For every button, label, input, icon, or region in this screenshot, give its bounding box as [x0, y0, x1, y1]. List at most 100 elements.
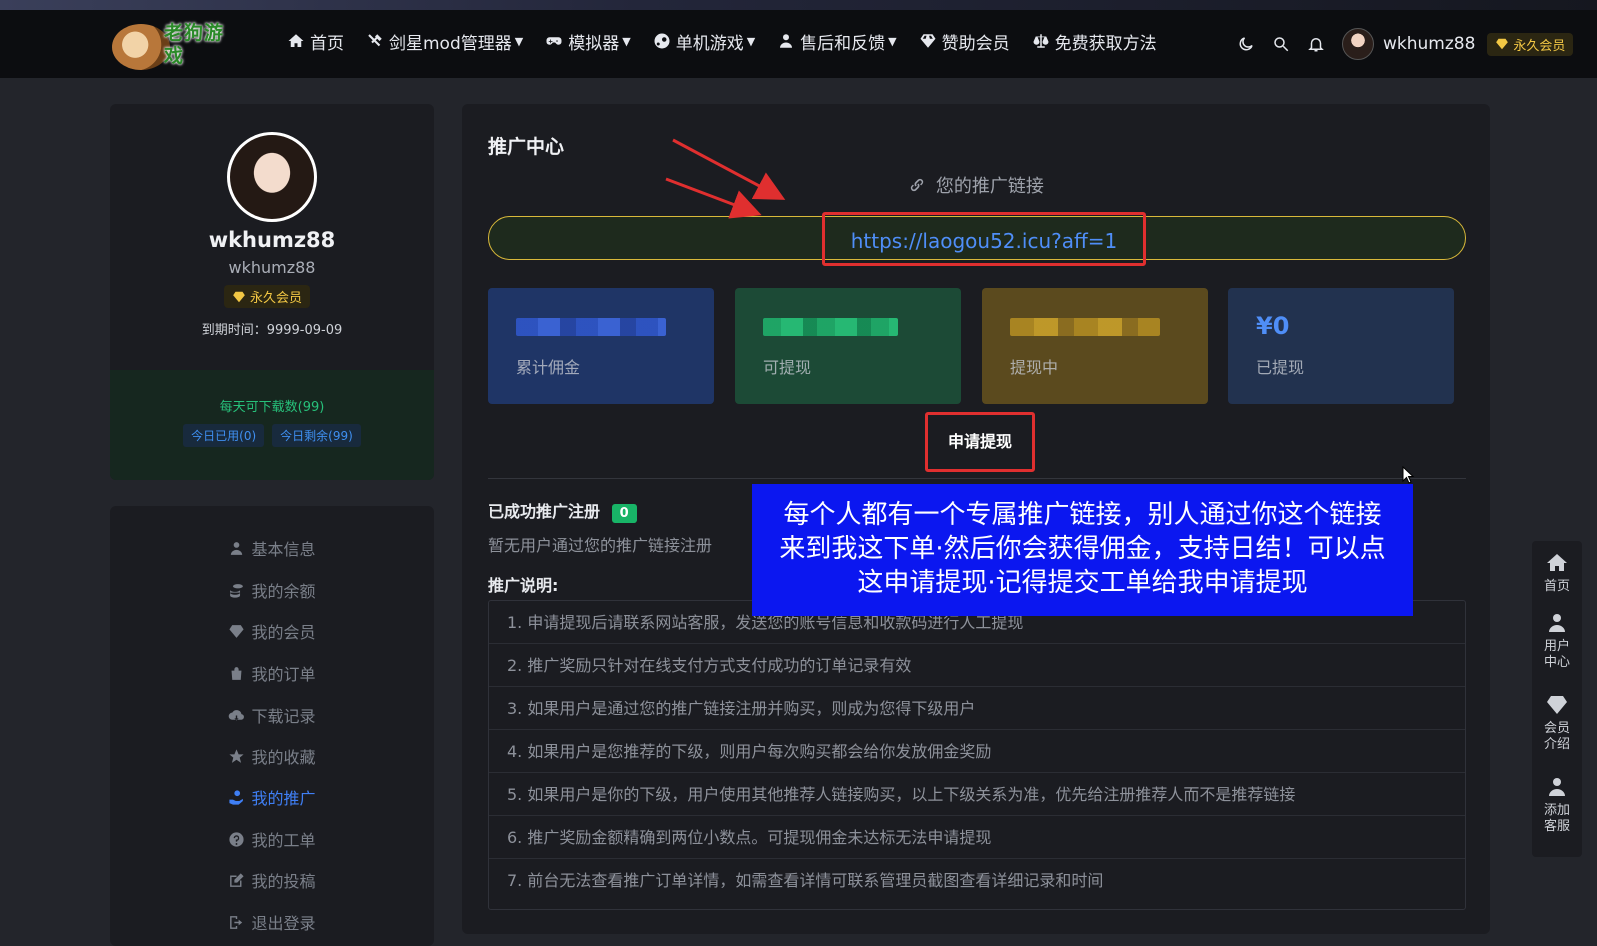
home-icon — [288, 34, 304, 47]
page-title: 推广中心 — [488, 136, 565, 158]
list-item: 2. 推广奖励只针对在线支付方式支付成功的订单记录有效 — [489, 644, 1465, 687]
menu-item-balance[interactable]: 我的余额 — [110, 578, 434, 602]
chevron-down-icon: ▼ — [622, 34, 631, 48]
nav-item-home[interactable]: 首页 — [287, 29, 344, 54]
edit-icon — [230, 872, 245, 887]
profile-avatar[interactable] — [227, 132, 317, 222]
user-tie-icon — [1549, 778, 1565, 796]
menu-item-logout[interactable]: 退出登录 — [110, 910, 434, 934]
tools-icon — [368, 34, 382, 47]
user-icon — [1549, 614, 1565, 632]
stat-withdrawable: 可提现 — [735, 288, 961, 404]
used-today-badge: 今日已用(0) — [183, 424, 265, 447]
blurred-value — [1010, 318, 1160, 336]
promo-link[interactable]: https://laogou52.icu?aff=1 — [825, 229, 1143, 253]
bell-icon — [1308, 38, 1324, 52]
menu-item-basic-info[interactable]: 基本信息 — [110, 536, 434, 560]
nav-item-sponsor[interactable]: 赞助会员 — [919, 29, 1010, 54]
stat-withdrawing: 提现中 — [982, 288, 1208, 404]
search-icon — [1274, 37, 1289, 52]
diamond-icon — [920, 34, 936, 48]
coins-icon — [230, 583, 244, 598]
registered-title: 已成功推广注册 0 — [488, 498, 637, 523]
user-menu: 基本信息 我的余额 我的会员 我的订单 下载记录 我的收藏 我的推广 我的工单 … — [110, 506, 434, 946]
float-item-home[interactable]: 首页 — [1532, 551, 1582, 595]
menu-item-promotion[interactable]: 我的推广 — [110, 785, 434, 809]
browser-strip — [0, 0, 1597, 10]
chevron-down-icon: ▼ — [514, 34, 524, 48]
logo-text: 老狗游戏 — [164, 22, 225, 67]
link-icon — [910, 178, 924, 192]
remaining-today-badge: 今日剩余(99) — [272, 424, 361, 447]
list-item: 7. 前台无法查看推广订单详情，如需查看详情可联系管理员截图查看详细记录和时间 — [507, 871, 1104, 890]
menu-item-downloads[interactable]: 下载记录 — [110, 703, 434, 727]
logout-icon — [230, 915, 243, 929]
chevron-down-icon: ▼ — [746, 34, 756, 48]
promo-link-caption: 您的推广链接 — [462, 172, 1490, 198]
profile-expire: 到期时间：9999-09-09 — [201, 323, 343, 338]
diamond-icon — [1547, 696, 1567, 714]
nav-item-mod-manager[interactable]: 剑星mod管理器 ▼ — [366, 29, 523, 54]
cloud-download-icon — [229, 709, 245, 720]
bag-icon — [232, 666, 242, 680]
registered-empty-text: 暂无用户通过您的推广链接注册 — [488, 536, 713, 555]
menu-item-membership[interactable]: 我的会员 — [110, 619, 434, 643]
nav-item-single-games[interactable]: 单机游戏 ▼ — [653, 29, 755, 54]
home-icon — [1547, 554, 1567, 571]
dark-mode-toggle[interactable] — [1237, 35, 1255, 53]
withdraw-button[interactable]: 申请提现 — [940, 427, 1020, 457]
mouse-cursor-icon — [1402, 466, 1415, 484]
menu-item-favorites[interactable]: 我的收藏 — [110, 744, 434, 768]
nav-item-support[interactable]: 售后和反馈 ▼ — [777, 29, 897, 54]
stat-total-commission: 累计佣金 — [488, 288, 714, 404]
float-item-vip-intro[interactable]: 会员介绍 — [1532, 693, 1582, 753]
divider — [488, 478, 1466, 479]
float-item-user-center[interactable]: 用户中心 — [1532, 611, 1582, 671]
registered-count-badge: 0 — [611, 504, 637, 523]
list-item: 5. 如果用户是你的下级，用户使用其他推荐人链接购买，以上下级关系为准，优先给注… — [489, 773, 1465, 816]
menu-item-tickets[interactable]: 我的工单 — [110, 827, 434, 851]
site-logo[interactable]: 老狗游戏 — [112, 22, 224, 72]
user-icon — [231, 541, 243, 555]
avatar[interactable] — [1342, 28, 1374, 60]
profile-card: wkhumz88 wkhumz88 永久会员 到期时间：9999-09-09 每… — [110, 104, 434, 480]
main-nav: 首页 剑星mod管理器 ▼ 模拟器 ▼ 单机游戏 ▼ 售后和反馈 ▼ 赞助会员 — [287, 28, 1179, 54]
nav-item-emulator[interactable]: 模拟器 ▼ — [545, 29, 631, 54]
promo-link-highlight: https://laogou52.icu?aff=1 — [822, 212, 1146, 266]
menu-item-submissions[interactable]: 我的投稿 — [110, 868, 434, 892]
gamepad-icon — [546, 37, 562, 45]
profile-vip-badge: 永久会员 — [224, 285, 311, 308]
blurred-value — [516, 318, 666, 336]
question-icon — [229, 831, 245, 847]
nav-tools: wkhumz88 永久会员 — [1237, 28, 1574, 60]
profile-subname: wkhumz88 — [228, 258, 316, 277]
float-item-add-support[interactable]: 添加客服 — [1532, 775, 1582, 835]
menu-item-orders[interactable]: 我的订单 — [110, 661, 434, 685]
download-quota-title: 每天可下载数(99) — [219, 400, 325, 415]
annotation-callout: 每个人都有一个专属推广链接，别人通过你这个链接 来到我这下单·然后你会获得佣金，… — [752, 484, 1413, 616]
diamond-icon — [1496, 38, 1509, 50]
download-quota: 每天可下载数(99) 今日已用(0) 今日剩余(99) — [110, 370, 434, 480]
profile-name: wkhumz88 — [208, 228, 336, 252]
withdraw-highlight: 申请提现 — [925, 412, 1035, 472]
moon-icon — [1239, 37, 1253, 51]
chevron-down-icon: ▼ — [888, 34, 897, 48]
vip-badge: 永久会员 — [1487, 32, 1574, 56]
stat-withdrawn: ¥0 已提现 — [1228, 288, 1454, 404]
hand-coin-icon — [229, 789, 244, 805]
nav-item-free-method[interactable]: 免费获取方法 — [1032, 29, 1157, 54]
rules-title: 推广说明: — [488, 576, 559, 595]
top-navbar: 老狗游戏 首页 剑星mod管理器 ▼ 模拟器 ▼ 单机游戏 ▼ 售后和反馈 ▼ — [0, 0, 1597, 78]
diamond-icon — [229, 624, 245, 638]
star-icon — [229, 748, 245, 763]
list-item: 4. 如果用户是您推荐的下级，则用户每次购买都会给你发放佣金奖励 — [489, 730, 1465, 773]
scale-icon — [1033, 34, 1049, 48]
notification-button[interactable] — [1307, 35, 1325, 53]
nav-username[interactable]: wkhumz88 — [1383, 34, 1475, 54]
user-tie-icon — [780, 34, 793, 48]
rules-list: 1. 申请提现后请联系网站客服，发送您的账号信息和收款码进行人工提现 2. 推广… — [488, 600, 1466, 910]
dog-logo-icon — [112, 24, 170, 70]
diamond-icon — [233, 291, 245, 302]
list-item: 6. 推广奖励金额精确到两位小数点。可提现佣金未达标无法申请提现 — [489, 816, 1465, 859]
search-button[interactable] — [1272, 35, 1290, 53]
